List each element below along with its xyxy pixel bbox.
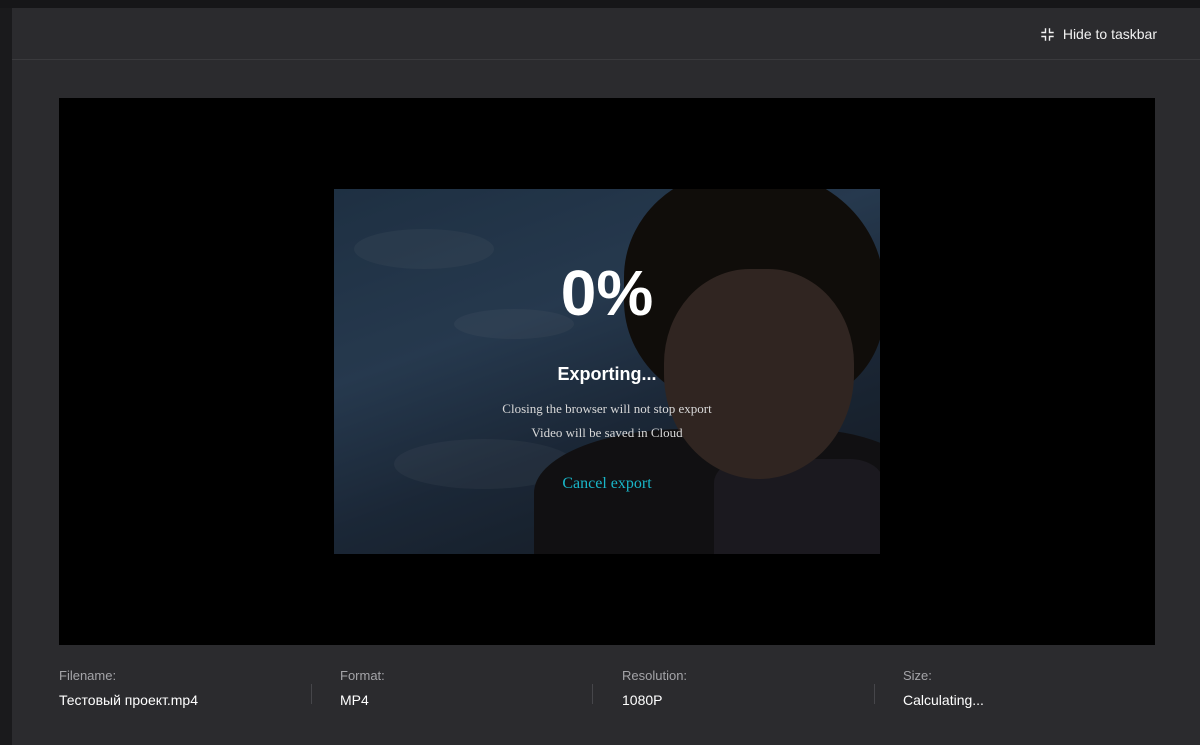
export-status: Exporting... xyxy=(557,364,657,384)
app-left-edge xyxy=(0,8,12,745)
export-info-bar: Filename: Тестовый проект.mp4 Format: MP… xyxy=(59,668,1155,718)
info-divider xyxy=(311,684,312,704)
app-top-bar xyxy=(0,0,1200,8)
resolution-value: 1080P xyxy=(622,692,663,708)
export-note-browser: Closing the browser will not stop export xyxy=(502,401,712,416)
resolution-label: Resolution: xyxy=(622,668,688,683)
video-thumbnail: 0% Exporting... Closing the browser will… xyxy=(334,189,880,554)
cancel-export-link[interactable]: Cancel export xyxy=(334,475,880,493)
export-percent: 0% xyxy=(560,257,654,329)
hide-to-taskbar-button[interactable]: Hide to taskbar xyxy=(1041,24,1157,44)
format-label: Format: xyxy=(340,668,385,683)
minimize-arrows-icon xyxy=(1041,27,1054,41)
filename-field: Filename: Тестовый проект.mp4 xyxy=(59,668,329,708)
video-preview: 0% Exporting... Closing the browser will… xyxy=(59,98,1155,645)
export-dialog-header: Hide to taskbar xyxy=(12,8,1200,60)
export-note-cloud: Video will be saved in Cloud xyxy=(531,425,683,440)
size-label: Size: xyxy=(903,668,932,683)
filename-value: Тестовый проект.mp4 xyxy=(59,692,199,708)
export-progress-overlay: 0% Exporting... Closing the browser will… xyxy=(334,189,880,554)
info-divider xyxy=(592,684,593,704)
size-field: Size: Calculating... xyxy=(903,668,1173,708)
info-divider xyxy=(874,684,875,704)
hide-to-taskbar-label: Hide to taskbar xyxy=(1062,26,1157,42)
export-dialog: Hide to taskbar 0% Exporting... Closing … xyxy=(12,8,1200,745)
format-field: Format: MP4 xyxy=(340,668,610,708)
filename-label: Filename: xyxy=(59,668,117,683)
resolution-field: Resolution: 1080P xyxy=(622,668,892,708)
size-value: Calculating... xyxy=(903,692,984,708)
format-value: MP4 xyxy=(340,692,369,708)
